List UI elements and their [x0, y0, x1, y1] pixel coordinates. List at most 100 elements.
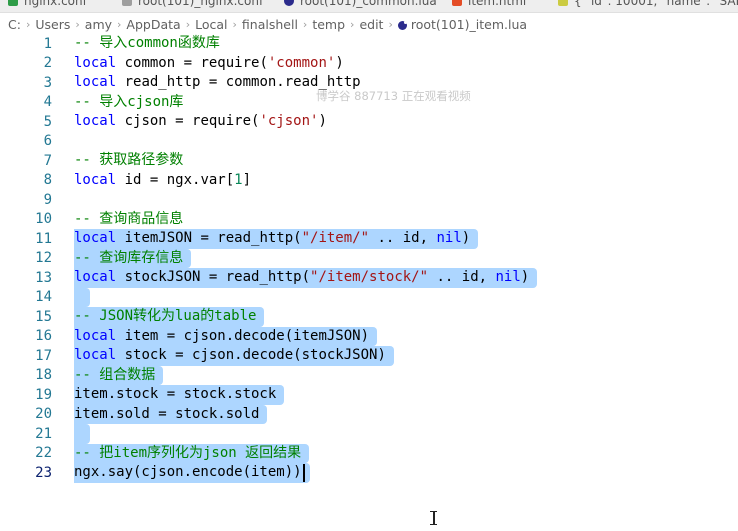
breadcrumb: C: › Users › amy › AppData › Local › fin… [0, 12, 738, 36]
text-cursor [302, 464, 305, 482]
tab-common-lua[interactable]: root(101)_common.lua [284, 0, 437, 11]
line-number: 12 [35, 250, 52, 267]
lua-file-icon [397, 20, 407, 30]
code-line[interactable]: 12 -- 查询库存信息 [0, 248, 738, 269]
breadcrumb-item[interactable]: amy [85, 17, 112, 32]
code-text[interactable]: local read_http = common.read_http [74, 73, 361, 93]
code-line[interactable]: 15 -- JSON转化为lua的table [0, 307, 738, 327]
line-number: 21 [35, 425, 52, 442]
code-text[interactable]: item.sold = stock.sold [74, 405, 259, 425]
code-line[interactable]: 9 [0, 190, 738, 210]
chevron-right-icon: › [117, 17, 122, 31]
code-line[interactable]: 2 local common = require('common') [0, 54, 738, 74]
selection-highlight [74, 287, 91, 307]
code-line[interactable]: 1 -- 导入common函数库 [0, 34, 738, 54]
tab-label: { "id": 10001, "name": "SALSA AIR", [574, 0, 738, 8]
html-icon [452, 0, 462, 6]
code-line[interactable]: 20 item.sold = stock.sold [0, 404, 738, 425]
breadcrumb-item[interactable]: finalshell [242, 17, 298, 32]
line-number: 3 [43, 74, 52, 91]
line-number: 7 [43, 152, 52, 169]
tab-item-html[interactable]: item.html [452, 0, 526, 11]
line-number: 9 [43, 191, 52, 208]
code-line[interactable]: 13 local stockJSON = read_http("/item/sto… [0, 268, 738, 288]
mouse-ibeam-cursor-icon [429, 511, 438, 525]
line-number: 4 [43, 94, 52, 111]
line-number: 2 [43, 55, 52, 72]
breadcrumb-item[interactable]: Local [195, 17, 227, 32]
code-line[interactable]: 23 ngx.say(cjson.encode(item)) [0, 463, 738, 483]
code-text[interactable]: -- 获取路径参数 [74, 151, 183, 171]
code-line[interactable]: 8 local id = ngx.var[1] [0, 171, 738, 191]
line-number: 10 [35, 211, 52, 228]
code-editor[interactable]: 1 -- 导入common函数库 2 local common = require('… [0, 34, 738, 531]
line-number: 22 [35, 445, 52, 462]
chevron-right-icon: › [350, 17, 355, 31]
code-line[interactable]: 21 [0, 424, 738, 444]
line-number: 14 [35, 289, 52, 306]
code-line[interactable]: 3 local read_http = common.read_http [0, 73, 738, 93]
code-line[interactable]: 7 -- 获取路径参数 [0, 151, 738, 171]
code-text[interactable]: -- 查询库存信息 [74, 249, 183, 269]
nginx-icon [8, 0, 18, 6]
code-text[interactable]: -- 查询商品信息 [74, 210, 183, 230]
code-text[interactable]: local itemJSON = read_http("/item/" .. i… [74, 229, 470, 249]
line-number: 19 [35, 386, 52, 403]
chevron-right-icon: › [25, 17, 31, 31]
line-number: 20 [35, 406, 52, 423]
chevron-right-icon: › [75, 17, 80, 31]
code-text[interactable]: -- 导入common函数库 [74, 34, 220, 54]
line-number: 18 [35, 367, 52, 384]
code-text[interactable]: local common = require('common') [74, 54, 344, 74]
code-line[interactable]: 10 -- 查询商品信息 [0, 210, 738, 230]
tab-label: item.html [468, 0, 527, 8]
code-line[interactable]: 19 item.stock = stock.stock [0, 385, 738, 405]
code-line[interactable]: 22 -- 把item序列化为json 返回结果 [0, 443, 738, 464]
code-line[interactable]: 11 local itemJSON = read_http("/item/" ..… [0, 229, 738, 249]
line-number: 15 [35, 308, 52, 325]
code-line[interactable]: 17 local stock = cjson.decode(stockJSON) [0, 346, 738, 366]
line-number: 6 [43, 133, 52, 150]
code-text[interactable]: -- 把item序列化为json 返回结果 [74, 444, 301, 464]
line-number: 16 [35, 328, 52, 345]
tab-root-nginx-conf[interactable]: root(101)_nginx.conf [122, 0, 263, 11]
chevron-right-icon: › [232, 17, 237, 31]
json-icon [558, 0, 568, 6]
breadcrumb-item[interactable]: AppData [126, 17, 180, 32]
line-number: 1 [43, 35, 52, 52]
code-line[interactable]: 4 -- 导入cjson库 [0, 93, 738, 113]
breadcrumb-item[interactable]: Users [35, 17, 70, 32]
chevron-right-icon: › [302, 17, 308, 31]
code-line[interactable]: 16 local item = cjson.decode(itemJSON) [0, 326, 738, 347]
file-icon [122, 0, 132, 6]
code-text[interactable]: -- JSON转化为lua的table [74, 307, 256, 327]
line-number: 17 [35, 347, 52, 364]
code-line[interactable]: 14 [0, 287, 738, 307]
code-text[interactable]: local id = ngx.var[1] [74, 171, 251, 191]
chevron-right-icon: › [185, 17, 191, 31]
code-text[interactable]: item.stock = stock.stock [74, 385, 276, 405]
selection-highlight [74, 424, 91, 444]
breadcrumb-item[interactable]: temp [312, 17, 345, 32]
breadcrumb-item[interactable]: edit [359, 17, 383, 32]
breadcrumb-item[interactable]: C: [8, 17, 21, 32]
tab-nginx-conf[interactable]: nginx.conf [8, 0, 87, 11]
code-text[interactable]: local cjson = require('cjson') [74, 112, 327, 132]
tab-json[interactable]: { "id": 10001, "name": "SALSA AIR", [558, 0, 738, 11]
breadcrumb-file[interactable]: root(101)_item.lua [411, 17, 527, 32]
line-number: 11 [35, 230, 52, 247]
line-number: 13 [35, 269, 52, 286]
code-line[interactable]: 18 -- 组合数据 [0, 365, 738, 386]
tab-label: root(101)_nginx.conf [138, 0, 264, 8]
code-text[interactable]: -- 导入cjson库 [74, 93, 183, 113]
code-text[interactable]: local item = cjson.decode(itemJSON) [74, 327, 369, 347]
line-number: 5 [43, 113, 52, 130]
line-number: 8 [43, 172, 52, 189]
code-text[interactable]: local stock = cjson.decode(stockJSON) [74, 346, 386, 366]
code-text[interactable]: -- 组合数据 [74, 366, 155, 386]
code-line[interactable]: 6 [0, 132, 738, 152]
chevron-right-icon: › [388, 17, 393, 31]
code-text[interactable]: ngx.say(cjson.encode(item)) [74, 463, 302, 483]
code-text[interactable]: local stockJSON = read_http("/item/stock… [74, 268, 529, 288]
code-line[interactable]: 5 local cjson = require('cjson') [0, 112, 738, 132]
